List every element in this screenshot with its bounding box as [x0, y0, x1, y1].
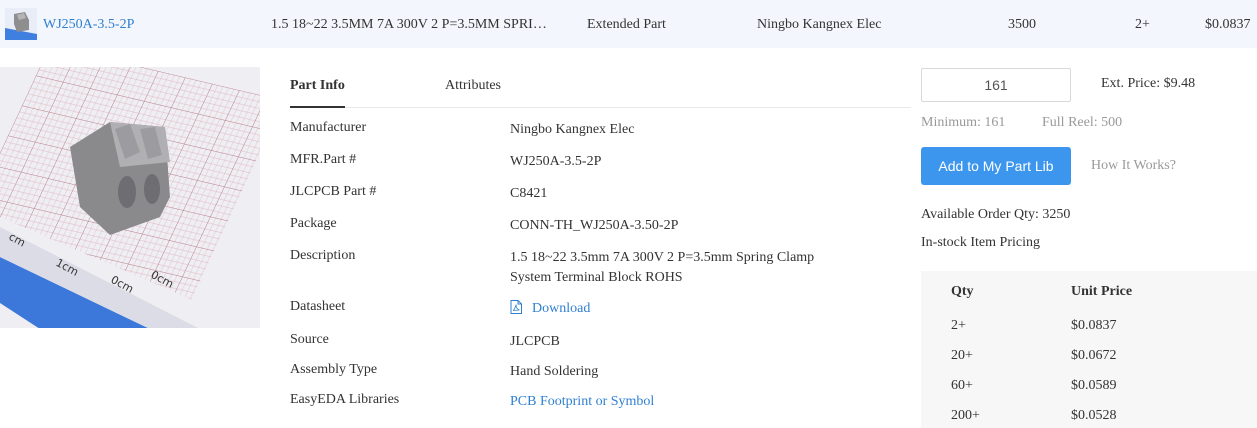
- price-tier-price: $0.0589: [1071, 378, 1117, 393]
- mfr-part-value: WJ250A-3.5-2P: [510, 154, 602, 169]
- price-tier-qty: 20+: [951, 348, 973, 363]
- available-order-qty: Available Order Qty: 3250: [921, 207, 1071, 222]
- stock-cell: 3500: [1008, 17, 1036, 32]
- info-label: EasyEDA Libraries: [290, 392, 400, 407]
- price-table: Qty Unit Price 2+ $0.0837 20+ $0.0672 60…: [921, 271, 1257, 428]
- manufacturer-cell: Ningbo Kangnex Elec: [757, 17, 882, 32]
- price-tier-price: $0.0672: [1071, 348, 1117, 363]
- price-tier-price: $0.0528: [1071, 408, 1117, 423]
- add-to-part-lib-button[interactable]: Add to My Part Lib: [921, 147, 1071, 185]
- ext-price: Ext. Price: $9.48: [1101, 76, 1196, 91]
- jlcpcb-part-value: C8421: [510, 186, 548, 201]
- price-table-qty-header: Qty: [951, 284, 974, 299]
- full-reel-qty: Full Reel: 500: [1042, 115, 1123, 130]
- price-table-price-header: Unit Price: [1071, 284, 1133, 299]
- info-label: Datasheet: [290, 299, 346, 314]
- instock-pricing-heading: In-stock Item Pricing: [921, 235, 1040, 250]
- source-value: JLCPCB: [510, 334, 560, 349]
- price-table-row: 200+ $0.0528: [921, 408, 1257, 428]
- tab-attributes[interactable]: Attributes: [445, 78, 501, 94]
- info-label: Manufacturer: [290, 120, 367, 135]
- price-tier-qty: 60+: [951, 378, 973, 393]
- product-image[interactable]: cm 1cm 0cm 0cm: [0, 67, 260, 328]
- tab-part-info[interactable]: Part Info: [290, 78, 345, 108]
- part-list-row[interactable]: WJ250A-3.5-2P 1.5 18~22 3.5MM 7A 300V 2 …: [0, 0, 1257, 48]
- part-description-cell: 1.5 18~22 3.5MM 7A 300V 2 P=3.5MM SPRING…: [271, 17, 553, 32]
- price-tier-price: $0.0837: [1071, 318, 1117, 333]
- description-value: 1.5 18~22 3.5mm 7A 300V 2 P=3.5mm Spring…: [510, 250, 815, 285]
- price-tier-qty: 200+: [951, 408, 980, 423]
- price-table-row: 60+ $0.0589: [921, 378, 1257, 408]
- manufacturer-value: Ningbo Kangnex Elec: [510, 122, 635, 137]
- pdf-icon: [510, 300, 522, 314]
- info-label: Source: [290, 332, 329, 347]
- quantity-input[interactable]: [921, 68, 1071, 102]
- minimum-qty: Minimum: 161: [921, 115, 1006, 130]
- min-qty-cell: 2+: [1135, 17, 1150, 32]
- price-table-row: 2+ $0.0837: [921, 318, 1257, 348]
- info-label: Package: [290, 216, 337, 231]
- how-it-works-link[interactable]: How It Works?: [1091, 158, 1176, 174]
- price-tier-qty: 2+: [951, 318, 966, 333]
- info-label: MFR.Part #: [290, 152, 357, 167]
- price-table-row: 20+ $0.0672: [921, 348, 1257, 378]
- part-detail-tabs: Part Info Attributes: [290, 70, 911, 108]
- part-type-cell: Extended Part: [587, 17, 666, 32]
- easyeda-libraries-link[interactable]: PCB Footprint or Symbol: [510, 392, 850, 412]
- info-label: Assembly Type: [290, 362, 378, 377]
- part-number-link[interactable]: WJ250A-3.5-2P: [43, 0, 134, 50]
- assembly-type-value: Hand Soldering: [510, 364, 599, 379]
- info-label: JLCPCB Part #: [290, 184, 377, 199]
- price-cell: $0.0837: [1205, 17, 1251, 32]
- datasheet-download-text: Download: [532, 301, 591, 316]
- info-label: Description: [290, 248, 356, 263]
- datasheet-download-link[interactable]: Download: [510, 299, 850, 319]
- package-value: CONN-TH_WJ250A-3.50-2P: [510, 218, 679, 233]
- part-thumbnail[interactable]: [5, 8, 37, 40]
